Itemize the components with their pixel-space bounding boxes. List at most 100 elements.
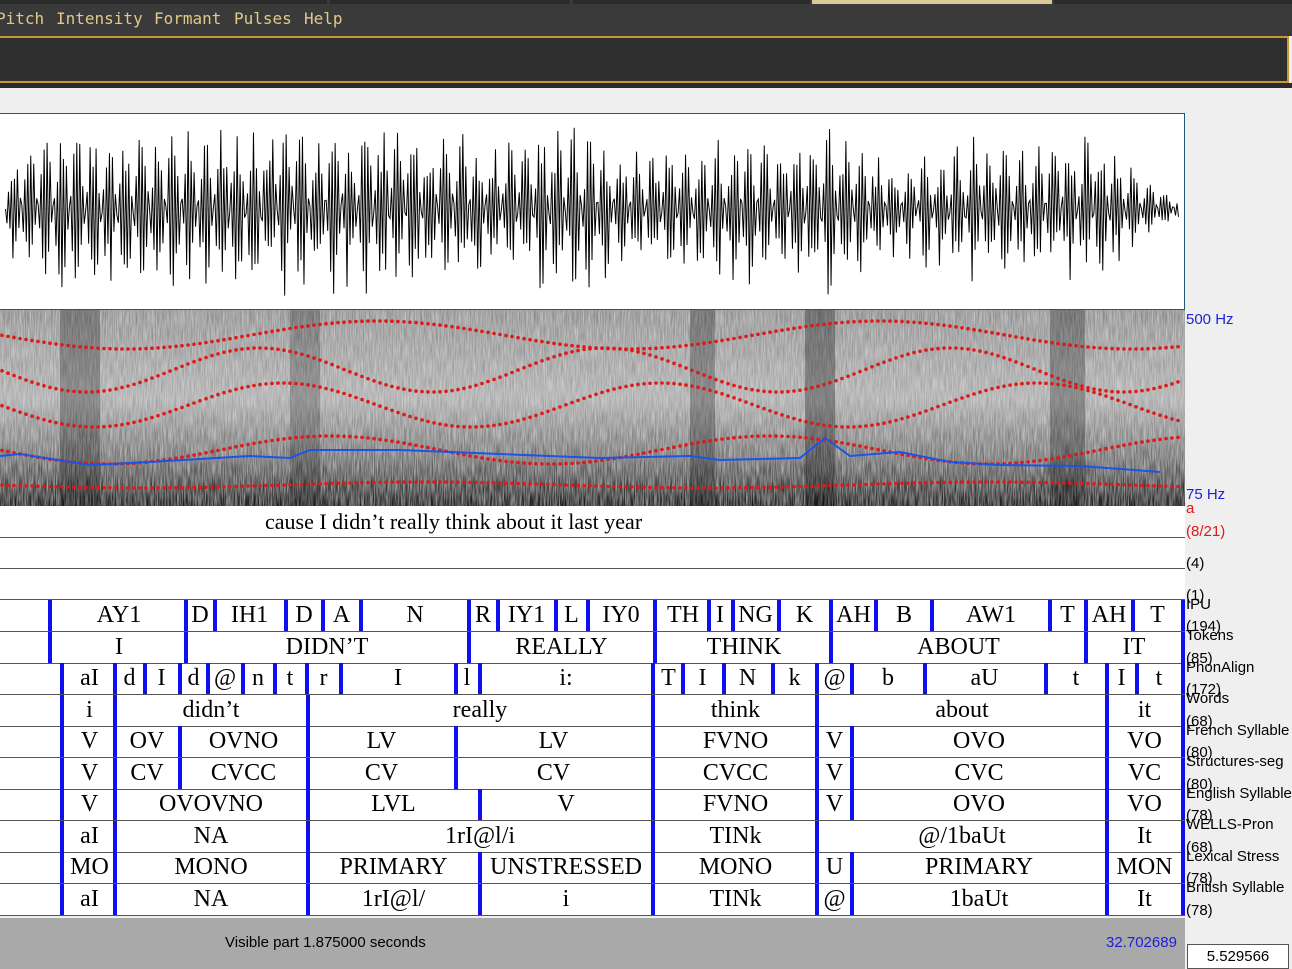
interval-label[interactable]: @	[820, 884, 849, 915]
interval-boundary[interactable]	[815, 789, 819, 820]
interval-label[interactable]: THINK	[660, 632, 828, 663]
interval-label[interactable]: REALLY	[471, 632, 652, 663]
interval-boundary[interactable]	[930, 600, 934, 631]
interval-boundary[interactable]	[1181, 600, 1185, 631]
interval-label[interactable]: FVNO	[657, 789, 814, 820]
interval-boundary[interactable]	[651, 884, 655, 915]
empty-tier-2[interactable]	[0, 569, 1185, 600]
interval-label[interactable]: NA	[117, 821, 305, 852]
interval-label[interactable]: OVNO	[182, 726, 305, 757]
interval-label[interactable]: It	[1109, 884, 1180, 915]
interval-label[interactable]: VO	[1109, 789, 1180, 820]
interval-label[interactable]: D	[288, 600, 320, 631]
interval-label[interactable]: R	[471, 600, 495, 631]
sentence-interval[interactable]: cause I didn’t really think about it las…	[265, 506, 642, 537]
interval-label[interactable]: AW1	[935, 600, 1047, 631]
interval-boundary[interactable]	[60, 726, 64, 757]
menu-pitch[interactable]: Pitch	[0, 9, 44, 28]
tier-row-4[interactable]: aI d Id @ n t r Il i: T I Nk @ b aU t It	[0, 663, 1185, 695]
interval-boundary[interactable]	[60, 852, 64, 883]
tier-row-9[interactable]: aI NA 1rI@l/i TINk @/1baUt It	[0, 821, 1185, 853]
interval-label[interactable]: i:	[482, 663, 650, 694]
interval-label[interactable]: OVOVNO	[117, 789, 305, 820]
interval-label[interactable]: aI	[67, 884, 112, 915]
interval-boundary[interactable]	[1181, 663, 1185, 694]
interval-label[interactable]: it	[1109, 695, 1180, 726]
interval-boundary[interactable]	[1181, 821, 1185, 852]
interval-label[interactable]: d	[117, 663, 142, 694]
interval-label[interactable]: TINk	[657, 821, 814, 852]
interval-label[interactable]: V	[67, 789, 112, 820]
end-time-label[interactable]: 32.702689	[1106, 934, 1177, 951]
interval-label[interactable]: I	[146, 663, 177, 694]
interval-boundary[interactable]	[815, 821, 819, 852]
interval-boundary[interactable]	[1181, 789, 1185, 820]
interval-label[interactable]: VC	[1109, 758, 1180, 789]
interval-label[interactable]: V	[67, 758, 112, 789]
tier-row-6[interactable]: V OV OVNO LV LV FVNO V OVO VO	[0, 726, 1185, 758]
tier-row-10[interactable]: MO MONO PRIMARY UNSTRESSED MONO U PRIMARY MON	[0, 852, 1185, 884]
interval-label[interactable]: AH	[834, 600, 873, 631]
menu-intensity[interactable]: Intensity	[56, 9, 143, 28]
interval-label[interactable]: T	[1052, 600, 1083, 631]
interval-boundary[interactable]	[651, 663, 655, 694]
interval-label[interactable]: t	[276, 663, 304, 694]
interval-boundary[interactable]	[60, 884, 64, 915]
interval-boundary[interactable]	[1181, 852, 1185, 883]
interval-label[interactable]: really	[310, 695, 650, 726]
interval-label[interactable]: V	[820, 726, 849, 757]
interval-boundary[interactable]	[60, 789, 64, 820]
interval-label[interactable]: UNSTRESSED	[482, 852, 650, 883]
interval-label[interactable]: I	[710, 600, 730, 631]
interval-boundary[interactable]	[60, 663, 64, 694]
interval-boundary[interactable]	[829, 600, 833, 631]
interval-label[interactable]: AY1	[55, 600, 183, 631]
interval-boundary[interactable]	[60, 695, 64, 726]
interval-label[interactable]: D	[188, 600, 212, 631]
interval-label[interactable]: It	[1109, 821, 1180, 852]
interval-label[interactable]: MO	[67, 852, 112, 883]
interval-boundary[interactable]	[815, 663, 819, 694]
interval-label[interactable]: t	[1048, 663, 1104, 694]
tier-row-8[interactable]: V OVOVNO LVL V FVNO V OVO VO	[0, 789, 1185, 821]
interval-label[interactable]: T	[657, 663, 680, 694]
interval-label[interactable]: CVCC	[657, 758, 814, 789]
interval-label[interactable]: TH	[660, 600, 706, 631]
interval-label[interactable]: IY0	[590, 600, 652, 631]
interval-label[interactable]: MONO	[117, 852, 305, 883]
interval-boundary[interactable]	[48, 600, 52, 631]
interval-label[interactable]: V	[820, 758, 849, 789]
tier-row-11[interactable]: aI NA 1rI@l/i TINk @1baUt It	[0, 884, 1185, 916]
interval-label[interactable]: n	[244, 663, 272, 694]
interval-boundary[interactable]	[60, 821, 64, 852]
menu-formant[interactable]: Formant	[154, 9, 221, 28]
interval-label[interactable]: 1baUt	[854, 884, 1104, 915]
textgrid-tiers[interactable]: cause I didn’t really think about it las…	[0, 506, 1185, 916]
interval-label[interactable]: LV	[457, 726, 650, 757]
interval-label[interactable]: TINk	[657, 884, 814, 915]
interval-label[interactable]: CV	[117, 758, 177, 789]
cursor-time-box[interactable]: 5.529566	[1187, 944, 1289, 969]
interval-label[interactable]: A	[325, 600, 358, 631]
interval-boundary[interactable]	[829, 632, 833, 663]
interval-boundary[interactable]	[815, 695, 819, 726]
interval-label[interactable]: IT	[1088, 632, 1180, 663]
interval-boundary[interactable]	[1181, 695, 1185, 726]
interval-boundary[interactable]	[359, 600, 363, 631]
interval-boundary[interactable]	[653, 632, 657, 663]
interval-boundary[interactable]	[1181, 884, 1185, 915]
interval-label[interactable]: AH	[1088, 600, 1130, 631]
interval-label[interactable]: V	[482, 789, 650, 820]
interval-label[interactable]: think	[657, 695, 814, 726]
interval-boundary[interactable]	[651, 758, 655, 789]
menu-help[interactable]: Help	[304, 9, 343, 28]
tier-row-2[interactable]: AY1 D IH1 D A N R IY1 L IY0 TH I NG K AH B AW1 T AH T	[0, 600, 1185, 632]
interval-label[interactable]: LV	[310, 726, 453, 757]
interval-label[interactable]: b	[854, 663, 922, 694]
tier-row-5[interactable]: i didn’t really think about it	[0, 695, 1185, 727]
interval-label[interactable]: MON	[1109, 852, 1180, 883]
interval-boundary[interactable]	[651, 695, 655, 726]
interval-label[interactable]: K	[781, 600, 828, 631]
interval-boundary[interactable]	[48, 632, 52, 663]
interval-label[interactable]: 1rI@l/	[310, 884, 477, 915]
